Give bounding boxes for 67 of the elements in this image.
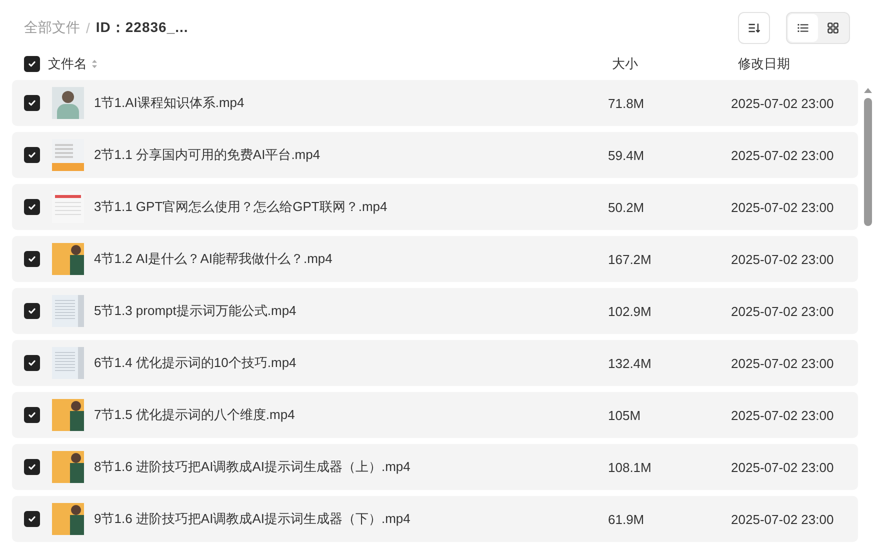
file-name: 1节1.AI课程知识体系.mp4 bbox=[94, 94, 244, 112]
list-view-button[interactable] bbox=[788, 14, 818, 42]
file-row[interactable]: 9节1.6 进阶技巧把AI调教成AI提示词生成器（下）.mp4 61.9M 2025-07-02 23:00 bbox=[12, 496, 858, 542]
checkbox[interactable] bbox=[24, 95, 40, 111]
file-size: 167.2M bbox=[608, 252, 652, 266]
checkbox[interactable] bbox=[24, 199, 40, 215]
video-thumbnail bbox=[52, 139, 84, 171]
checkbox[interactable] bbox=[24, 303, 40, 319]
file-row[interactable]: 2节1.1 分享国内可用的免费AI平台.mp4 59.4M 2025-07-02 23:00 bbox=[12, 132, 858, 178]
file-name: 2节1.1 分享国内可用的免费AI平台.mp4 bbox=[94, 146, 320, 164]
file-size: 59.4M bbox=[608, 148, 644, 162]
modified-date: 2025-07-02 23:00 bbox=[731, 304, 834, 318]
file-name: 3节1.1 GPT官网怎么使用？怎么给GPT联网？.mp4 bbox=[94, 198, 388, 216]
file-row[interactable]: 4节1.2 AI是什么？AI能帮我做什么？.mp4 167.2M 2025-07-02 23:00 bbox=[12, 236, 858, 282]
modified-date: 2025-07-02 23:00 bbox=[731, 460, 834, 474]
scrollbar-thumb[interactable] bbox=[864, 98, 872, 226]
modified-date: 2025-07-02 23:00 bbox=[731, 96, 834, 110]
checkbox[interactable] bbox=[24, 251, 40, 267]
sort-button[interactable] bbox=[738, 12, 770, 44]
file-row[interactable]: 8节1.6 进阶技巧把AI调教成AI提示词生成器（上）.mp4 108.1M 2025-07-02 23:00 bbox=[12, 444, 858, 490]
breadcrumb-current: ID：22836_... bbox=[96, 19, 188, 37]
file-size: 102.9M bbox=[608, 304, 652, 318]
checkbox[interactable] bbox=[24, 407, 40, 423]
video-thumbnail bbox=[52, 451, 84, 483]
sort-icon bbox=[747, 21, 761, 35]
modified-date: 2025-07-02 23:00 bbox=[731, 148, 834, 162]
file-name: 5节1.3 prompt提示词万能公式.mp4 bbox=[94, 302, 296, 320]
sort-arrows-icon bbox=[91, 59, 98, 69]
file-row[interactable]: 5节1.3 prompt提示词万能公式.mp4 102.9M 2025-07-02 23:00 bbox=[12, 288, 858, 334]
checkbox[interactable] bbox=[24, 355, 40, 371]
checkbox[interactable] bbox=[24, 56, 40, 72]
file-name: 9节1.6 进阶技巧把AI调教成AI提示词生成器（下）.mp4 bbox=[94, 510, 410, 528]
video-thumbnail bbox=[52, 87, 84, 119]
breadcrumb-separator: / bbox=[86, 20, 90, 36]
file-name: 8节1.6 进阶技巧把AI调教成AI提示词生成器（上）.mp4 bbox=[94, 458, 410, 476]
file-size: 71.8M bbox=[608, 96, 644, 110]
column-header: 修改日期 bbox=[738, 56, 790, 71]
scroll-up-arrow-icon bbox=[863, 86, 873, 94]
file-name: 4节1.2 AI是什么？AI能帮我做什么？.mp4 bbox=[94, 250, 332, 268]
column-header: 大小 bbox=[612, 56, 638, 71]
modified-date: 2025-07-02 23:00 bbox=[731, 200, 834, 214]
video-thumbnail bbox=[52, 503, 84, 535]
column-header[interactable]: 文件名 bbox=[48, 55, 87, 73]
video-thumbnail bbox=[52, 295, 84, 327]
file-row[interactable]: 3节1.1 GPT官网怎么使用？怎么给GPT联网？.mp4 50.2M 2025-07-02 23:00 bbox=[12, 184, 858, 230]
file-name: 6节1.4 优化提示词的10个技巧.mp4 bbox=[94, 354, 296, 372]
modified-date: 2025-07-02 23:00 bbox=[731, 408, 834, 422]
checkbox[interactable] bbox=[24, 511, 40, 527]
video-thumbnail bbox=[52, 347, 84, 379]
modified-date: 2025-07-02 23:00 bbox=[731, 512, 834, 526]
file-size: 105M bbox=[608, 408, 641, 422]
file-row[interactable]: 6节1.4 优化提示词的10个技巧.mp4 132.4M 2025-07-02 23:00 bbox=[12, 340, 858, 386]
grid-icon bbox=[826, 21, 840, 35]
file-size: 61.9M bbox=[608, 512, 644, 526]
file-size: 50.2M bbox=[608, 200, 644, 214]
video-thumbnail bbox=[52, 243, 84, 275]
checkbox[interactable] bbox=[24, 147, 40, 163]
file-row[interactable]: 1节1.AI课程知识体系.mp4 71.8M 2025-07-02 23:00 bbox=[12, 80, 858, 126]
video-thumbnail bbox=[52, 399, 84, 431]
file-row[interactable]: 7节1.5 优化提示词的八个维度.mp4 105M 2025-07-02 23:00 bbox=[12, 392, 858, 438]
file-size: 108.1M bbox=[608, 460, 652, 474]
file-size: 132.4M bbox=[608, 356, 652, 370]
checkbox[interactable] bbox=[24, 459, 40, 475]
modified-date: 2025-07-02 23:00 bbox=[731, 252, 834, 266]
list-icon bbox=[796, 21, 810, 35]
file-name: 7节1.5 优化提示词的八个维度.mp4 bbox=[94, 406, 295, 424]
modified-date: 2025-07-02 23:00 bbox=[731, 356, 834, 370]
